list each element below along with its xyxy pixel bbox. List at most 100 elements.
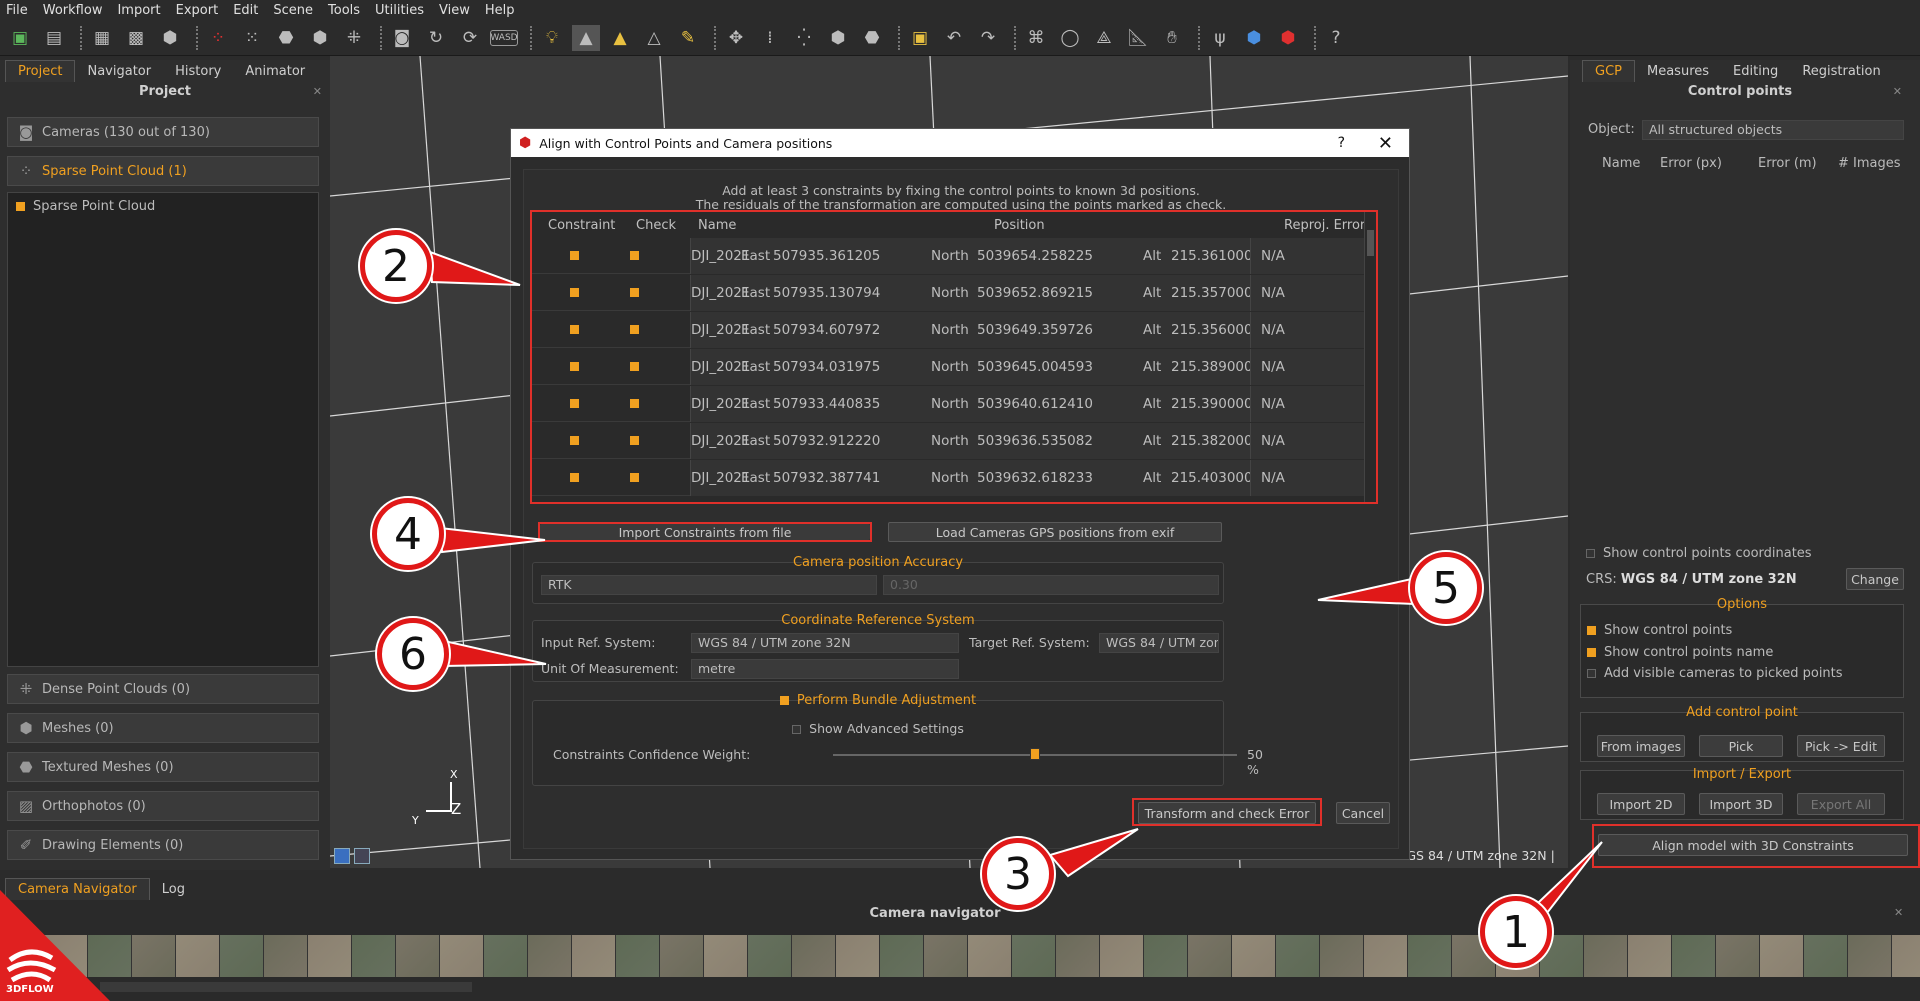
close-icon[interactable]: ✕	[313, 82, 322, 102]
mesh-icon[interactable]: ⬣	[272, 25, 300, 51]
select-region-icon[interactable]: ⁛	[790, 25, 818, 51]
tab-registration[interactable]: Registration	[1790, 61, 1892, 82]
dense-icon[interactable]: ⁜	[340, 25, 368, 51]
close-button[interactable]: ✕	[1378, 133, 1393, 154]
cube-grid-icon[interactable]: ▩	[122, 25, 150, 51]
select-icon[interactable]: ✥	[722, 25, 750, 51]
camera-thumbnail[interactable]	[1188, 935, 1232, 977]
object-select[interactable]: All structured objects	[1642, 120, 1904, 140]
lasso-icon[interactable]: ⌘	[1022, 25, 1050, 51]
save-icon[interactable]: ▤	[40, 25, 68, 51]
camera-thumbnail[interactable]	[704, 935, 748, 977]
camera-thumbnail[interactable]	[1012, 935, 1056, 977]
check-checkbox[interactable]	[630, 399, 639, 408]
view-mode-icon[interactable]	[334, 848, 350, 864]
camera-thumbnail[interactable]	[176, 935, 220, 977]
textured-icon[interactable]: ⬢	[306, 25, 334, 51]
tab-measures[interactable]: Measures	[1635, 61, 1721, 82]
menu-view[interactable]: View	[439, 3, 470, 18]
table-row[interactable]: DJI_2021 East 507935.130794 North 5039652.86…	[532, 275, 1376, 311]
orbit-icon[interactable]: ↻	[422, 25, 450, 51]
brush-icon[interactable]: ✎	[674, 25, 702, 51]
constraint-checkbox[interactable]	[570, 436, 579, 445]
sparse-point-cloud-item[interactable]: ⁘ Sparse Point Cloud (1)	[7, 156, 319, 186]
camera-thumbnail[interactable]	[836, 935, 880, 977]
camera-thumbnail[interactable]	[220, 935, 264, 977]
camera-thumbnail[interactable]	[1628, 935, 1672, 977]
camera-thumbnail[interactable]	[352, 935, 396, 977]
cancel-button[interactable]: Cancel	[1336, 802, 1390, 824]
camera-thumbnail[interactable]	[1144, 935, 1188, 977]
constraint-checkbox[interactable]	[570, 399, 579, 408]
constraint-checkbox[interactable]	[570, 251, 579, 260]
advanced-checkbox[interactable]: Show Advanced Settings	[533, 721, 1223, 736]
table-row[interactable]: DJI_2021 East 507932.912220 North 5039636.53…	[532, 423, 1376, 459]
wasd-icon[interactable]: WASD	[490, 29, 518, 46]
scrollbar-thumb[interactable]	[1367, 230, 1374, 256]
close-icon[interactable]: ✕	[1894, 906, 1903, 919]
table-row[interactable]: DJI_2021 East 507932.387741 North 5039632.61…	[532, 460, 1376, 496]
input-ref-select[interactable]: WGS 84 / UTM zone 32N	[691, 633, 959, 653]
camera-thumbnail[interactable]	[880, 935, 924, 977]
table-row[interactable]: DJI_2021 East 507935.361205 North 5039654.25…	[532, 238, 1376, 274]
tab-history[interactable]: History	[163, 61, 233, 82]
cube-icon[interactable]: ⬢	[156, 25, 184, 51]
circle-icon[interactable]: ◯	[1056, 25, 1084, 51]
camera-thumbnail[interactable]	[1320, 935, 1364, 977]
close-icon[interactable]: ✕	[1893, 82, 1902, 102]
camera-icon[interactable]: ◙	[388, 25, 416, 51]
check-checkbox[interactable]	[630, 436, 639, 445]
fork-icon[interactable]: ψ	[1206, 25, 1234, 51]
load-gps-button[interactable]: Load Cameras GPS positions from exif	[888, 522, 1222, 542]
import-3d-button[interactable]: Import 3D	[1699, 793, 1783, 815]
undo-icon[interactable]: ↶	[940, 25, 968, 51]
unit-select[interactable]: metre	[691, 659, 959, 679]
camera-thumbnail[interactable]	[440, 935, 484, 977]
hex-icon[interactable]: ⬢	[824, 25, 852, 51]
camera-thumbnail[interactable]	[1584, 935, 1628, 977]
light-icon[interactable]: 💡︎	[538, 25, 566, 51]
help-icon[interactable]: ?	[1322, 25, 1350, 51]
triangle-icon[interactable]: ▲	[572, 24, 600, 51]
from-images-button[interactable]: From images	[1597, 735, 1685, 757]
tab-animator[interactable]: Animator	[233, 61, 317, 82]
check-checkbox[interactable]	[630, 325, 639, 334]
menu-scene[interactable]: Scene	[273, 3, 313, 18]
camera-thumbnail[interactable]	[968, 935, 1012, 977]
measure-icon[interactable]: 📐︎	[1124, 25, 1152, 51]
camera-thumbnail[interactable]	[1408, 935, 1452, 977]
table-row[interactable]: DJI_2021 East 507934.607972 North 5039649.35…	[532, 312, 1376, 348]
menu-import[interactable]: Import	[117, 3, 160, 18]
points-icon[interactable]: ⁙	[238, 25, 266, 51]
camera-thumbnail[interactable]	[484, 935, 528, 977]
view-mode2-icon[interactable]	[354, 848, 370, 864]
align-model-button[interactable]: Align model with 3D Constraints	[1598, 834, 1908, 856]
show-control-points-checkbox[interactable]: Show control points	[1587, 623, 1732, 638]
meshes-item[interactable]: ⬢ Meshes (0)	[7, 713, 319, 743]
check-checkbox[interactable]	[630, 251, 639, 260]
red-cube-icon[interactable]: ⬢	[1274, 25, 1302, 51]
camera-thumbnail[interactable]	[924, 935, 968, 977]
camera-thumbnail[interactable]	[264, 935, 308, 977]
camera-thumbnail[interactable]	[1100, 935, 1144, 977]
import-constraints-button[interactable]: Import Constraints from file	[540, 524, 870, 540]
camera-thumbnail[interactable]	[308, 935, 352, 977]
check-checkbox[interactable]	[630, 362, 639, 371]
import-2d-button[interactable]: Import 2D	[1597, 793, 1685, 815]
filmstrip-scrollbar[interactable]	[100, 982, 472, 992]
warning-triangle-icon[interactable]: ▲	[606, 25, 634, 51]
accuracy-value-input[interactable]: 0.30	[883, 575, 1219, 595]
tab-editing[interactable]: Editing	[1721, 61, 1790, 82]
camera-thumbnail[interactable]	[660, 935, 704, 977]
camera-thumbnail[interactable]	[1056, 935, 1100, 977]
tab-gcp[interactable]: GCP	[1582, 60, 1635, 82]
sparse-points-icon[interactable]: ⁘	[204, 25, 232, 51]
camera-thumbnail[interactable]	[1276, 935, 1320, 977]
hand-icon[interactable]: ✋︎	[1158, 25, 1186, 51]
check-checkbox[interactable]	[630, 473, 639, 482]
add-visible-cameras-checkbox[interactable]: Add visible cameras to picked points	[1587, 666, 1843, 681]
blue-cube-icon[interactable]: ⬢	[1240, 25, 1268, 51]
camera-thumbnail[interactable]	[1760, 935, 1804, 977]
new-project-icon[interactable]: ▣	[6, 25, 34, 51]
camera-thumbnail[interactable]	[1892, 935, 1920, 977]
